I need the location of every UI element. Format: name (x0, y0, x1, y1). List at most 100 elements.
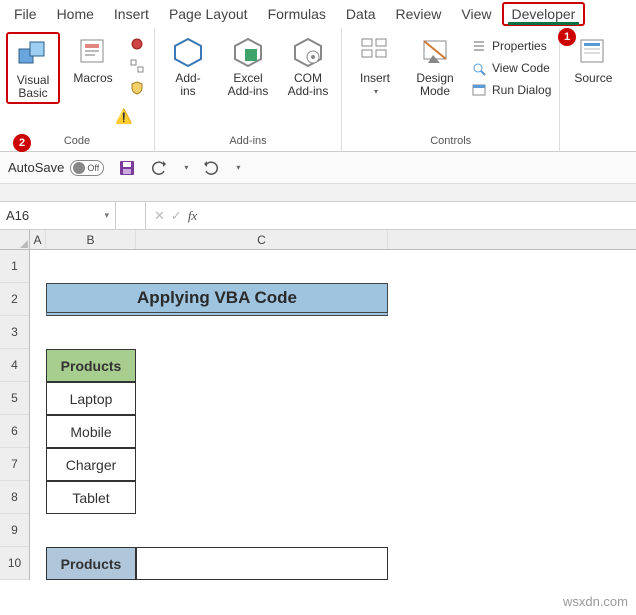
row-header-6[interactable]: 6 (0, 415, 29, 448)
product-cell[interactable]: Charger (46, 448, 136, 481)
tab-data[interactable]: Data (336, 2, 386, 26)
com-addins-icon (290, 34, 326, 70)
name-box-dropdown-icon[interactable]: ▾ (104, 210, 109, 221)
ribbon-tabs: File Home Insert Page Layout Formulas Da… (0, 0, 636, 28)
enter-formula-icon[interactable]: ✓ (171, 208, 182, 224)
use-relative-refs-button[interactable] (126, 56, 148, 76)
save-icon[interactable] (118, 159, 136, 177)
col-header-B[interactable]: B (46, 230, 136, 249)
macro-security-icon (128, 79, 146, 97)
design-mode-button[interactable]: Design Mode (408, 32, 462, 100)
tab-review[interactable]: Review (386, 2, 452, 26)
redo-icon[interactable] (202, 159, 220, 177)
group-code: Visual Basic Macros (0, 28, 155, 151)
insert-controls-icon (357, 34, 393, 70)
tab-home[interactable]: Home (47, 2, 104, 26)
callout-badge-2: 2 (13, 134, 31, 152)
autosave-toggle[interactable]: Off (70, 160, 104, 176)
relative-refs-icon (128, 57, 146, 75)
tab-insert[interactable]: Insert (104, 2, 159, 26)
addins-label: Add- ins (175, 72, 200, 98)
insert-controls-button[interactable]: Insert ▾ (348, 32, 402, 98)
com-addins-label: COM Add-ins (288, 72, 329, 98)
group-addins-label: Add-ins (229, 135, 266, 149)
group-controls: Insert ▾ Design Mode Properties (342, 28, 560, 151)
com-addins-button[interactable]: COM Add-ins (281, 32, 335, 100)
view-code-button[interactable]: View Code (468, 58, 553, 78)
callout-badge-1: 1 (558, 28, 576, 46)
properties-label: Properties (492, 39, 547, 53)
product-cell[interactable]: Mobile (46, 415, 136, 448)
group-addins: Add- ins Excel Add-ins COM Add-ins Add-i… (155, 28, 342, 151)
row-header-5[interactable]: 5 (0, 382, 29, 415)
watermark: wsxdn.com (563, 594, 628, 609)
ribbon: Visual Basic Macros (0, 28, 636, 152)
autosave-control[interactable]: AutoSave Off (8, 160, 104, 176)
excel-addins-icon (230, 34, 266, 70)
view-code-icon (470, 59, 488, 77)
source-icon (575, 34, 611, 70)
tab-formulas[interactable]: Formulas (258, 2, 336, 26)
run-dialog-icon (470, 81, 488, 99)
tab-view[interactable]: View (451, 2, 501, 26)
name-box[interactable]: A16 ▾ (0, 202, 116, 229)
tab-developer[interactable]: Developer (502, 2, 586, 26)
formula-bar: A16 ▾ ✕ ✓ fx (0, 202, 636, 230)
cancel-formula-icon[interactable]: ✕ (154, 208, 165, 224)
column-headers: A B C (30, 230, 636, 250)
autosave-label: AutoSave (8, 160, 64, 175)
row-header-3[interactable]: 3 (0, 316, 29, 349)
group-xml: Source (560, 28, 626, 151)
run-dialog-label: Run Dialog (492, 83, 551, 97)
redo-dropdown-icon[interactable]: ▾ (236, 163, 240, 172)
source-label: Source (574, 72, 612, 85)
view-code-label: View Code (492, 61, 550, 75)
properties-button[interactable]: Properties (468, 36, 553, 56)
design-mode-label: Design Mode (416, 72, 453, 98)
record-macro-icon (128, 35, 146, 53)
col-header-A[interactable]: A (30, 230, 46, 249)
row-header-4[interactable]: 4 (0, 349, 29, 382)
tab-pagelayout[interactable]: Page Layout (159, 2, 258, 26)
empty-output-cell[interactable] (136, 547, 388, 580)
select-all-corner[interactable] (0, 230, 30, 250)
row-header-2[interactable]: 2 (0, 283, 29, 316)
fx-icon[interactable]: fx (188, 208, 197, 224)
undo-dropdown-icon[interactable]: ▾ (184, 163, 188, 172)
row-header-9[interactable]: 9 (0, 514, 29, 547)
visual-basic-icon (15, 36, 51, 72)
macros-button[interactable]: Macros (66, 32, 120, 87)
macro-security-button[interactable] (126, 78, 148, 98)
excel-addins-label: Excel Add-ins (228, 72, 269, 98)
row-header-8[interactable]: 8 (0, 481, 29, 514)
group-controls-label: Controls (430, 135, 471, 149)
quick-access-toolbar: AutoSave Off ▾ ▾ (0, 152, 636, 184)
col-header-C[interactable]: C (136, 230, 388, 249)
addins-button[interactable]: Add- ins (161, 32, 215, 100)
excel-addins-button[interactable]: Excel Add-ins (221, 32, 275, 100)
row-header-7[interactable]: 7 (0, 448, 29, 481)
macros-label: Macros (73, 72, 112, 85)
tab-file[interactable]: File (4, 2, 47, 26)
product-cell[interactable]: Tablet (46, 481, 136, 514)
group-code-label: Code (64, 135, 90, 149)
visual-basic-button[interactable]: Visual Basic (6, 32, 60, 104)
macros-icon (75, 34, 111, 70)
warning-icon: ⚠️ (115, 108, 132, 125)
visual-basic-label: Visual Basic (17, 74, 49, 100)
row-header-10[interactable]: 10 (0, 547, 29, 580)
run-dialog-button[interactable]: Run Dialog (468, 80, 553, 100)
name-box-value: A16 (6, 208, 29, 223)
addins-icon (170, 34, 206, 70)
products-header-cell[interactable]: Products (46, 349, 136, 382)
row-headers: 1 2 3 4 5 6 7 8 9 10 (0, 250, 30, 580)
title-cell[interactable]: Applying VBA Code (46, 283, 388, 316)
design-mode-icon (417, 34, 453, 70)
products-header2-cell[interactable]: Products (46, 547, 136, 580)
product-cell[interactable]: Laptop (46, 382, 136, 415)
undo-icon[interactable] (150, 159, 168, 177)
record-macro-button[interactable] (126, 34, 148, 54)
insert-controls-label: Insert (360, 72, 390, 85)
row-header-1[interactable]: 1 (0, 250, 29, 283)
properties-icon (470, 37, 488, 55)
